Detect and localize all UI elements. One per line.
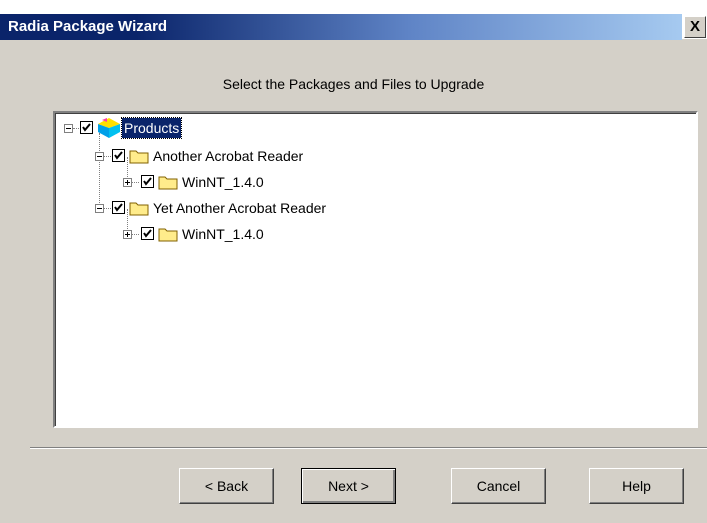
package-tree[interactable]: Products Another Acrobat Reader WinNT_1.… [53, 111, 698, 428]
window-title: Radia Package Wizard [8, 18, 168, 35]
checkbox-version[interactable] [141, 175, 154, 188]
cancel-button[interactable]: Cancel [451, 468, 546, 504]
check-icon [143, 177, 152, 186]
tree-node-version[interactable]: WinNT_1.4.0 [55, 171, 355, 193]
collapse-icon[interactable] [95, 152, 104, 161]
checkbox-package[interactable] [112, 149, 125, 162]
title-bar: Radia Package Wizard X [0, 0, 707, 40]
tree-label-root[interactable]: Products [120, 117, 183, 139]
checkbox-version[interactable] [141, 227, 154, 240]
checkbox-root[interactable] [80, 121, 93, 134]
expand-icon[interactable] [123, 230, 132, 239]
folder-icon [129, 202, 149, 216]
back-button[interactable]: < Back [179, 468, 274, 504]
collapse-icon[interactable] [95, 204, 104, 213]
expand-icon[interactable] [123, 178, 132, 187]
tree-node-version[interactable]: WinNT_1.4.0 [55, 223, 355, 245]
tree-line [132, 234, 139, 235]
close-button[interactable]: X [684, 16, 706, 38]
check-icon [143, 229, 152, 238]
check-icon [114, 151, 123, 160]
tree-line [104, 208, 111, 209]
tree-label-package[interactable]: Yet Another Acrobat Reader [153, 198, 326, 218]
folder-icon [158, 228, 178, 242]
tree-label-version[interactable]: WinNT_1.4.0 [182, 224, 264, 244]
collapse-icon[interactable] [64, 124, 73, 133]
check-icon [114, 203, 123, 212]
products-icon [98, 118, 120, 138]
folder-icon [158, 176, 178, 190]
checkbox-package[interactable] [112, 201, 125, 214]
tree-node-root[interactable]: Products [55, 117, 255, 139]
tree-node-package[interactable]: Yet Another Acrobat Reader [55, 197, 505, 219]
tree-node-package[interactable]: Another Acrobat Reader [55, 145, 455, 167]
separator [30, 447, 707, 449]
tree-line [73, 128, 79, 129]
help-button[interactable]: Help [589, 468, 684, 504]
check-icon [82, 123, 91, 132]
tree-line [104, 156, 111, 157]
page-heading: Select the Packages and Files to Upgrade [222, 76, 485, 92]
next-button[interactable]: Next > [301, 468, 396, 504]
tree-label-version[interactable]: WinNT_1.4.0 [182, 172, 264, 192]
tree-line [132, 182, 139, 183]
folder-icon [129, 150, 149, 164]
tree-label-package[interactable]: Another Acrobat Reader [153, 146, 303, 166]
